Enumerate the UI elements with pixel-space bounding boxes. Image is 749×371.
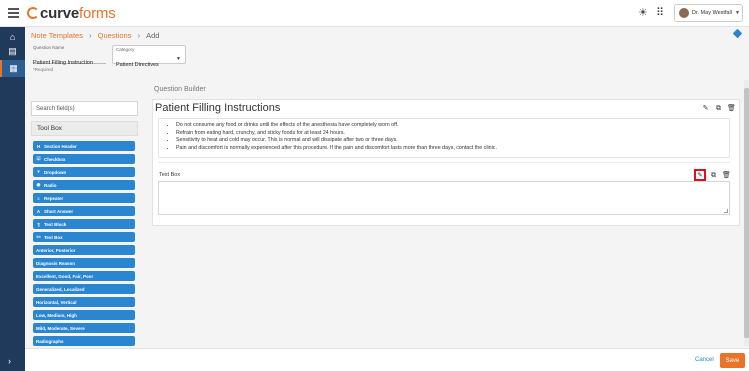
builder-card: Patient Filling Instructions ✎ ⧉ 🗑 Do no… (152, 99, 740, 226)
short-answer-icon: A (36, 208, 41, 214)
toolbox-item[interactable]: A Short Answer (33, 206, 135, 216)
top-bar: curve forms ☀ ⠿ Dr. May Westfall ▼ (0, 0, 749, 27)
text-block-icon: ¶ (37, 221, 40, 227)
toolbox-item[interactable]: ☑ Checkbox (33, 154, 135, 164)
forms-icon[interactable]: ▤ (0, 43, 25, 60)
instruction-item: Refrain from eating hard, crunchy, and s… (176, 130, 729, 138)
question-name-value: Patient Filling Instruction (33, 60, 93, 66)
checkbox-icon: ☑ (36, 156, 41, 161)
toolbox-item[interactable]: ¶ Text Block (33, 219, 135, 229)
toolbox-item-label: Anterior, Posterior (36, 247, 76, 253)
instructions-list: Do not consume any food or drinks until … (176, 122, 729, 152)
toolbox-item[interactable]: Mild, Moderate, Severe (33, 323, 135, 333)
user-name: Dr. May Westfall (692, 10, 732, 16)
edit-textbox-icon[interactable]: ✎ (694, 169, 706, 181)
apps-grid-icon[interactable]: ⠿ (656, 8, 664, 19)
copy-textbox-icon[interactable]: ⧉ (709, 171, 718, 180)
toolbox-item-label: Text Block (44, 221, 67, 227)
textbox-textarea[interactable] (158, 181, 730, 215)
toolbox-item-label: Horizontal, Vertical (36, 299, 77, 305)
breadcrumb: Note Templates › Questions › Add (31, 31, 159, 40)
question-builder-label: Question Builder (154, 86, 206, 93)
left-nav-rail: ⌂ ▤ ▦ › (0, 27, 25, 371)
breadcrumb-separator-icon: › (137, 31, 141, 40)
chevron-right-icon[interactable]: › (8, 356, 11, 366)
toolbox-item[interactable]: Generalized, Localized (33, 284, 135, 294)
toolbox-item-label: Low, Medium, High (36, 312, 77, 318)
toolbox-item-label: Radiographs (36, 338, 64, 344)
toolbox-item-label: Checkbox (44, 156, 66, 162)
edit-section-icon[interactable]: ✎ (701, 104, 710, 113)
avatar (679, 8, 689, 18)
brightness-icon[interactable]: ☀ (638, 8, 648, 19)
text-box-icon: ▭ (36, 234, 41, 239)
user-menu[interactable]: Dr. May Westfall ▼ (674, 4, 743, 22)
chevron-down-icon: ▼ (176, 56, 181, 62)
toolbox-item[interactable]: Low, Medium, High (33, 310, 135, 320)
question-name-field[interactable]: Question Name Patient Filling Instructio… (33, 45, 106, 66)
footer-bar: Cancel Save (25, 348, 749, 371)
toolbox-item-label: Text Box (44, 234, 63, 240)
search-fields-input[interactable]: Search field(s) (31, 101, 138, 116)
hamburger-menu-icon[interactable] (8, 8, 19, 18)
section-header-icon: H (36, 143, 41, 149)
toolbox-item[interactable]: Radiographs (33, 336, 135, 346)
chevron-down-icon: ▼ (734, 10, 740, 16)
category-value: Patient Directives (116, 62, 159, 68)
toolbox-item-label: Short Answer (44, 208, 74, 214)
toolbox-item-label: Diagnosis Reason (36, 260, 76, 266)
delete-textbox-icon[interactable]: 🗑 (722, 171, 731, 180)
breadcrumb-separator-icon: › (88, 31, 92, 40)
instructions-block: Do not consume any food or drinks until … (158, 118, 730, 158)
toolbox-item[interactable]: Diagnosis Reason (33, 258, 135, 268)
toolbox-item[interactable]: Horizontal, Vertical (33, 297, 135, 307)
logo-text-forms: forms (79, 4, 116, 22)
toolbox-item[interactable]: ◉ Radio (33, 180, 135, 190)
toolbox-item-label: Radio (44, 182, 57, 188)
toolbox-item[interactable]: ▭ Text Box (33, 232, 135, 242)
toolbox-title: Tool Box (31, 121, 138, 136)
page-scrollbar[interactable] (744, 80, 749, 346)
textbox-row: Text Box ✎ ⧉ 🗑 (158, 162, 731, 181)
toolbox-item-label: Dropdown (44, 169, 67, 175)
instruction-item: Sensitivity to heat and cold may occur. … (176, 137, 729, 145)
breadcrumb-add: Add (146, 31, 160, 40)
instruction-item: Do not consume any food or drinks until … (176, 122, 729, 130)
logo-text-curve: curve (40, 4, 80, 22)
radio-icon: ◉ (36, 182, 41, 187)
category-label: Category (116, 47, 135, 52)
toolbox-item[interactable]: H Section Header (33, 141, 135, 151)
breadcrumb-questions[interactable]: Questions (98, 31, 132, 40)
toolbox-item-label: Section Header (44, 143, 77, 149)
toolbox-item[interactable]: Excellent, Good, Fair, Poor (33, 271, 135, 281)
textbox-label: Text Box (159, 172, 181, 178)
delete-section-icon[interactable]: 🗑 (727, 104, 736, 113)
logo-mark-icon (27, 7, 39, 19)
cube-icon[interactable] (732, 28, 743, 39)
toolbox-item[interactable]: ≡ Repeater (33, 193, 135, 203)
save-button[interactable]: Save (720, 353, 745, 368)
card-title: Patient Filling Instructions (155, 102, 281, 114)
scrollbar-thumb[interactable] (744, 88, 749, 338)
required-note: *Required (33, 67, 54, 72)
category-select[interactable]: Category Patient Directives ▼ (112, 45, 186, 68)
repeater-icon: ≡ (37, 195, 40, 201)
toolbox-item-label: Mild, Moderate, Severe (36, 325, 85, 331)
question-name-label: Question Name (33, 45, 65, 50)
app-logo[interactable]: curve forms (27, 4, 116, 22)
toolbox-item[interactable]: ▾ Dropdown (33, 167, 135, 177)
note-templates-icon[interactable]: ▦ (0, 60, 25, 77)
toolbox-item-label: Generalized, Localized (36, 286, 85, 292)
toolbox-item-label: Excellent, Good, Fair, Poor (36, 273, 94, 279)
copy-section-icon[interactable]: ⧉ (714, 104, 723, 113)
dropdown-icon: ▾ (37, 169, 40, 174)
instruction-item: Pain and discomfort is normally experien… (176, 145, 729, 153)
cancel-button[interactable]: Cancel (695, 357, 714, 363)
toolbox-item-label: Repeater (44, 195, 64, 201)
toolbox-list: H Section Header ☑ Checkbox ▾ Dropdown ◉ Radio ≡… (33, 141, 135, 348)
breadcrumb-note-templates[interactable]: Note Templates (31, 31, 83, 40)
toolbox-item[interactable]: Anterior, Posterior (33, 245, 135, 255)
resize-handle-icon[interactable] (724, 209, 728, 213)
